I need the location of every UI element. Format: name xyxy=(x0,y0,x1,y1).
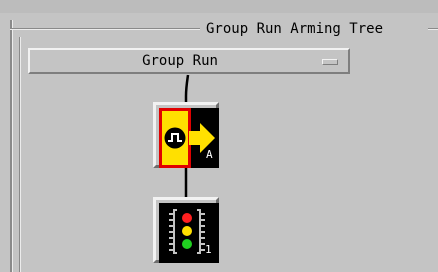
led-yellow xyxy=(182,226,192,236)
led-green xyxy=(182,239,192,249)
arming-node[interactable]: A xyxy=(153,102,219,168)
analyzer-node[interactable]: 1 xyxy=(153,197,219,263)
led-red xyxy=(182,213,192,223)
connector-root-to-arming xyxy=(184,74,190,102)
analyzer-node-label: 1 xyxy=(205,243,212,256)
arming-node-label: A xyxy=(206,148,213,161)
tree-connectors xyxy=(184,74,190,197)
